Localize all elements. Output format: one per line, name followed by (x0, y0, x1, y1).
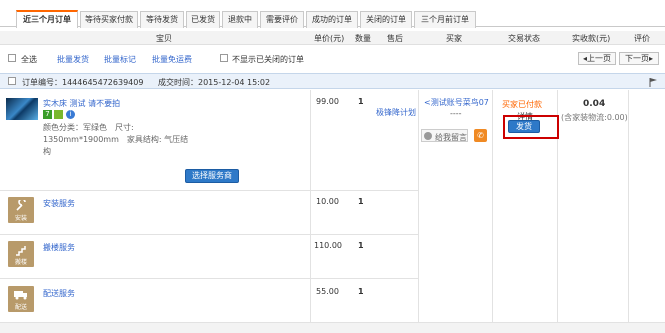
tab-closed[interactable]: 关闭的订单 (360, 11, 412, 28)
order-header: 订单编号：1444645472639409 成交时间：2015-12-04 15… (0, 73, 665, 89)
next-page-button[interactable]: 下一页▸ (619, 52, 659, 65)
tab-refunding[interactable]: 退款中 (222, 11, 258, 28)
hide-closed-checkbox[interactable] (220, 54, 228, 62)
ship-button[interactable]: 发货 (508, 120, 540, 133)
col-rate: 评价 (634, 34, 650, 43)
tab-shipped[interactable]: 已发货 (186, 11, 220, 28)
service-icon-label: 安装 (14, 215, 27, 222)
wrench-icon: 安装 (8, 197, 34, 223)
product-price: 99.00 (316, 97, 339, 106)
info-icon[interactable]: i (66, 110, 75, 119)
buyer-name-link[interactable]: <测试账号菜鸟07 (424, 97, 489, 108)
received-amount: 0.04 (583, 99, 606, 109)
truck-icon: 配送 (8, 286, 34, 312)
order-tabs: 近三个月订单 等待买家付款 等待发货 已发货 退款中 需要评价 成功的订单 关闭… (0, 9, 665, 28)
batch-ship-link[interactable]: 批量发货 (57, 54, 89, 65)
hide-closed-label: 不显示已关闭的订单 (232, 55, 304, 64)
divider (310, 90, 311, 333)
divider (0, 190, 418, 191)
service-name-delivery[interactable]: 配送服务 (43, 288, 75, 299)
plan-link[interactable]: 极锋降计划 (376, 107, 416, 118)
select-all-checkbox[interactable] (8, 54, 16, 62)
service-icon-label: 搬楼 (14, 259, 27, 266)
col-received: 实收款(元) (572, 34, 611, 43)
footer-strip (0, 323, 665, 333)
order-checkbox[interactable] (8, 77, 16, 85)
select-service-provider-button[interactable]: 选择服务商 (185, 169, 239, 183)
seven-day-return-icon: 7 (43, 110, 52, 119)
col-status: 交易状态 (508, 34, 540, 43)
leave-message-button[interactable]: 给我留言 (421, 129, 468, 142)
stairs-icon: 搬楼 (8, 241, 34, 267)
batch-free-shipping-link[interactable]: 批量免运费 (152, 54, 192, 65)
col-qty: 数量 (355, 34, 371, 43)
top-edge (0, 0, 665, 6)
order-status-text: 买家已付款 (502, 100, 542, 109)
product-title-link[interactable]: 实木床 测试 请不要拍 (43, 98, 120, 109)
tab-awaiting-payment[interactable]: 等待买家付款 (80, 11, 138, 28)
service-icon-label: 配送 (14, 304, 27, 311)
tab-awaiting-shipment[interactable]: 等待发货 (140, 11, 184, 28)
product-qty: 1 (358, 97, 364, 106)
product-thumbnail[interactable] (6, 98, 38, 120)
service-qty-delivery: 1 (358, 287, 364, 296)
col-buyer: 买家 (446, 34, 462, 43)
batch-toolbar: 全选 批量发货 批量标记 批量免运费 不显示已关闭的订单 ◂上一页 下一页▸ (0, 49, 665, 68)
divider (628, 90, 629, 333)
chat-icon[interactable]: ✆ (474, 129, 487, 142)
service-price-install: 10.00 (316, 197, 339, 206)
select-all-label: 全选 (21, 55, 37, 64)
product-attrs-line2: 1350mm*1900mm 家具结构: 气压结 (43, 135, 189, 144)
service-price-stairs: 110.00 (314, 241, 342, 250)
divider (418, 90, 419, 333)
order-time: 成交时间：2015-12-04 15:02 (158, 78, 271, 87)
service-price-delivery: 55.00 (316, 287, 339, 296)
divider (0, 234, 418, 235)
order-number: 订单编号：1444645472639409 (22, 78, 144, 87)
service-name-install[interactable]: 安装服务 (43, 198, 75, 209)
divider (0, 278, 418, 279)
tab-successful[interactable]: 成功的订单 (306, 11, 358, 28)
received-note: (含家装物流:0.00) (561, 113, 628, 122)
buyer-dashes: ---- (450, 109, 462, 118)
divider (492, 90, 493, 333)
tab-needs-review[interactable]: 需要评价 (260, 11, 304, 28)
service-qty-install: 1 (358, 197, 364, 206)
flag-icon[interactable] (648, 77, 658, 87)
guarantee-icon (54, 110, 63, 119)
col-after-sale: 售后 (387, 34, 403, 43)
prev-page-button[interactable]: ◂上一页 (578, 52, 616, 65)
product-attrs-line1: 颜色分类：军绿色 尺寸: (43, 123, 134, 132)
service-qty-stairs: 1 (358, 241, 364, 250)
tab-recent-three-months[interactable]: 近三个月订单 (16, 10, 78, 28)
service-name-stairs[interactable]: 搬楼服务 (43, 242, 75, 253)
tab-older-than-three-months[interactable]: 三个月前订单 (414, 11, 476, 28)
batch-mark-link[interactable]: 批量标记 (104, 54, 136, 65)
column-header: 宝贝 单价(元) 数量 售后 买家 交易状态 实收款(元) 评价 (0, 31, 665, 45)
leave-message-label: 给我留言 (435, 133, 467, 142)
col-price: 单价(元) (314, 34, 345, 43)
col-item: 宝贝 (156, 34, 172, 43)
product-attrs-line3: 构 (43, 147, 51, 156)
message-icon (424, 132, 432, 140)
